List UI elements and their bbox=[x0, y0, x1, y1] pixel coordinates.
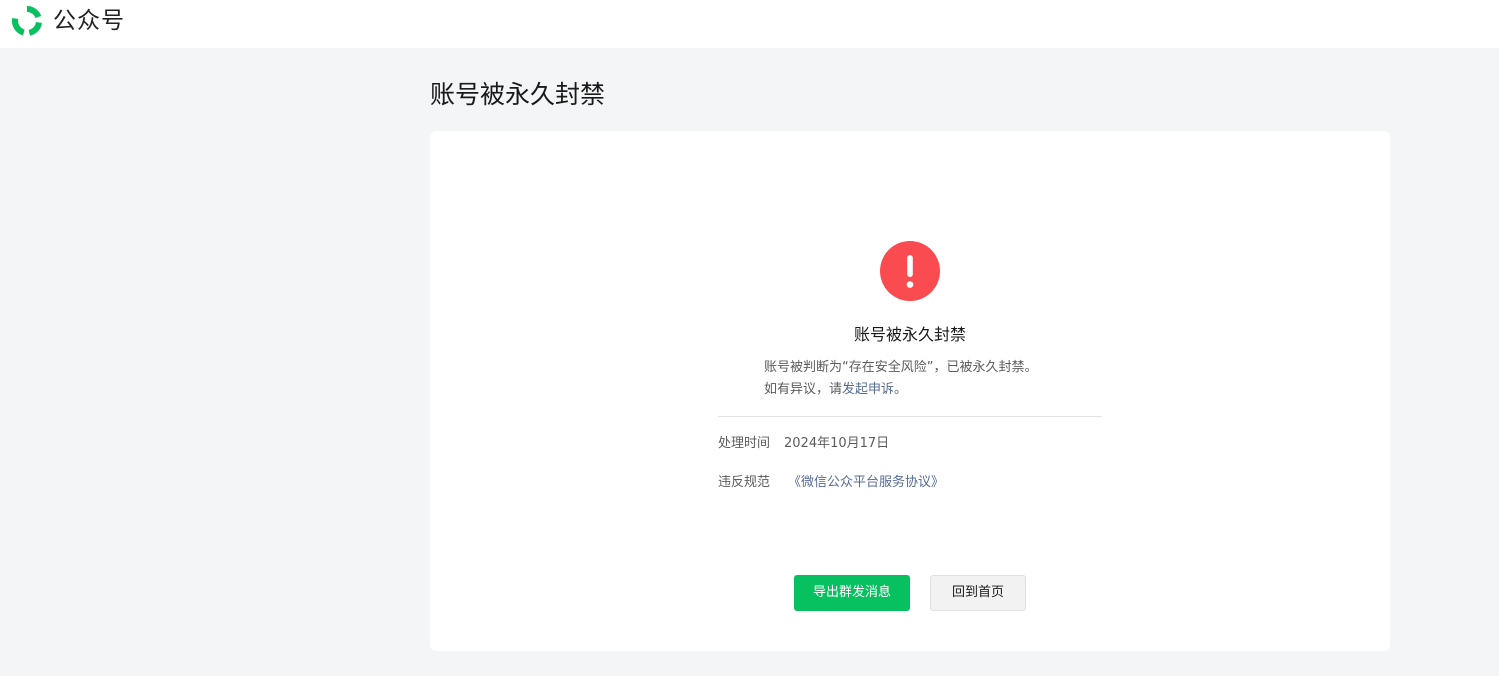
ban-description: 账号被判断为“存在安全风险”，已被永久封禁。 如有异议，请发起申诉。 bbox=[764, 357, 1124, 401]
appeal-link[interactable]: 发起申诉 bbox=[842, 382, 894, 397]
divider bbox=[718, 416, 1102, 417]
status-title: 账号被永久封禁 bbox=[853, 325, 966, 344]
violated-rule-row: 违反规范 《微信公众平台服务协议》 bbox=[718, 473, 944, 493]
service-agreement-link[interactable]: 《微信公众平台服务协议》 bbox=[788, 475, 944, 490]
top-bar: 公众号 bbox=[0, 0, 1499, 48]
wechat-official-account-logo-icon bbox=[10, 4, 44, 38]
brand-text: 公众号 bbox=[53, 8, 125, 34]
ban-reason-text: 账号被判断为“存在安全风险”，已被永久封禁。 bbox=[764, 360, 1038, 375]
processing-time-row: 处理时间 2024年10月17日 bbox=[718, 434, 889, 454]
appeal-line: 如有异议，请发起申诉。 bbox=[764, 379, 1124, 401]
ban-notice-card: 账号被永久封禁 账号被判断为“存在安全风险”，已被永久封禁。 如有异议，请发起申… bbox=[430, 131, 1390, 651]
violated-rule-label: 违反规范 bbox=[718, 475, 771, 490]
appeal-prefix-text: 如有异议，请 bbox=[764, 382, 843, 397]
export-mass-messages-button[interactable]: 导出群发消息 bbox=[794, 575, 910, 611]
processing-time-value: 2024年10月17日 bbox=[784, 436, 890, 451]
back-to-home-button[interactable]: 回到首页 bbox=[930, 575, 1026, 611]
page-title: 账号被永久封禁 bbox=[430, 80, 606, 109]
appeal-suffix-text: 。 bbox=[894, 382, 908, 397]
processing-time-label: 处理时间 bbox=[718, 436, 771, 451]
exclamation-circle-icon bbox=[879, 240, 941, 302]
brand[interactable]: 公众号 bbox=[10, 4, 125, 38]
